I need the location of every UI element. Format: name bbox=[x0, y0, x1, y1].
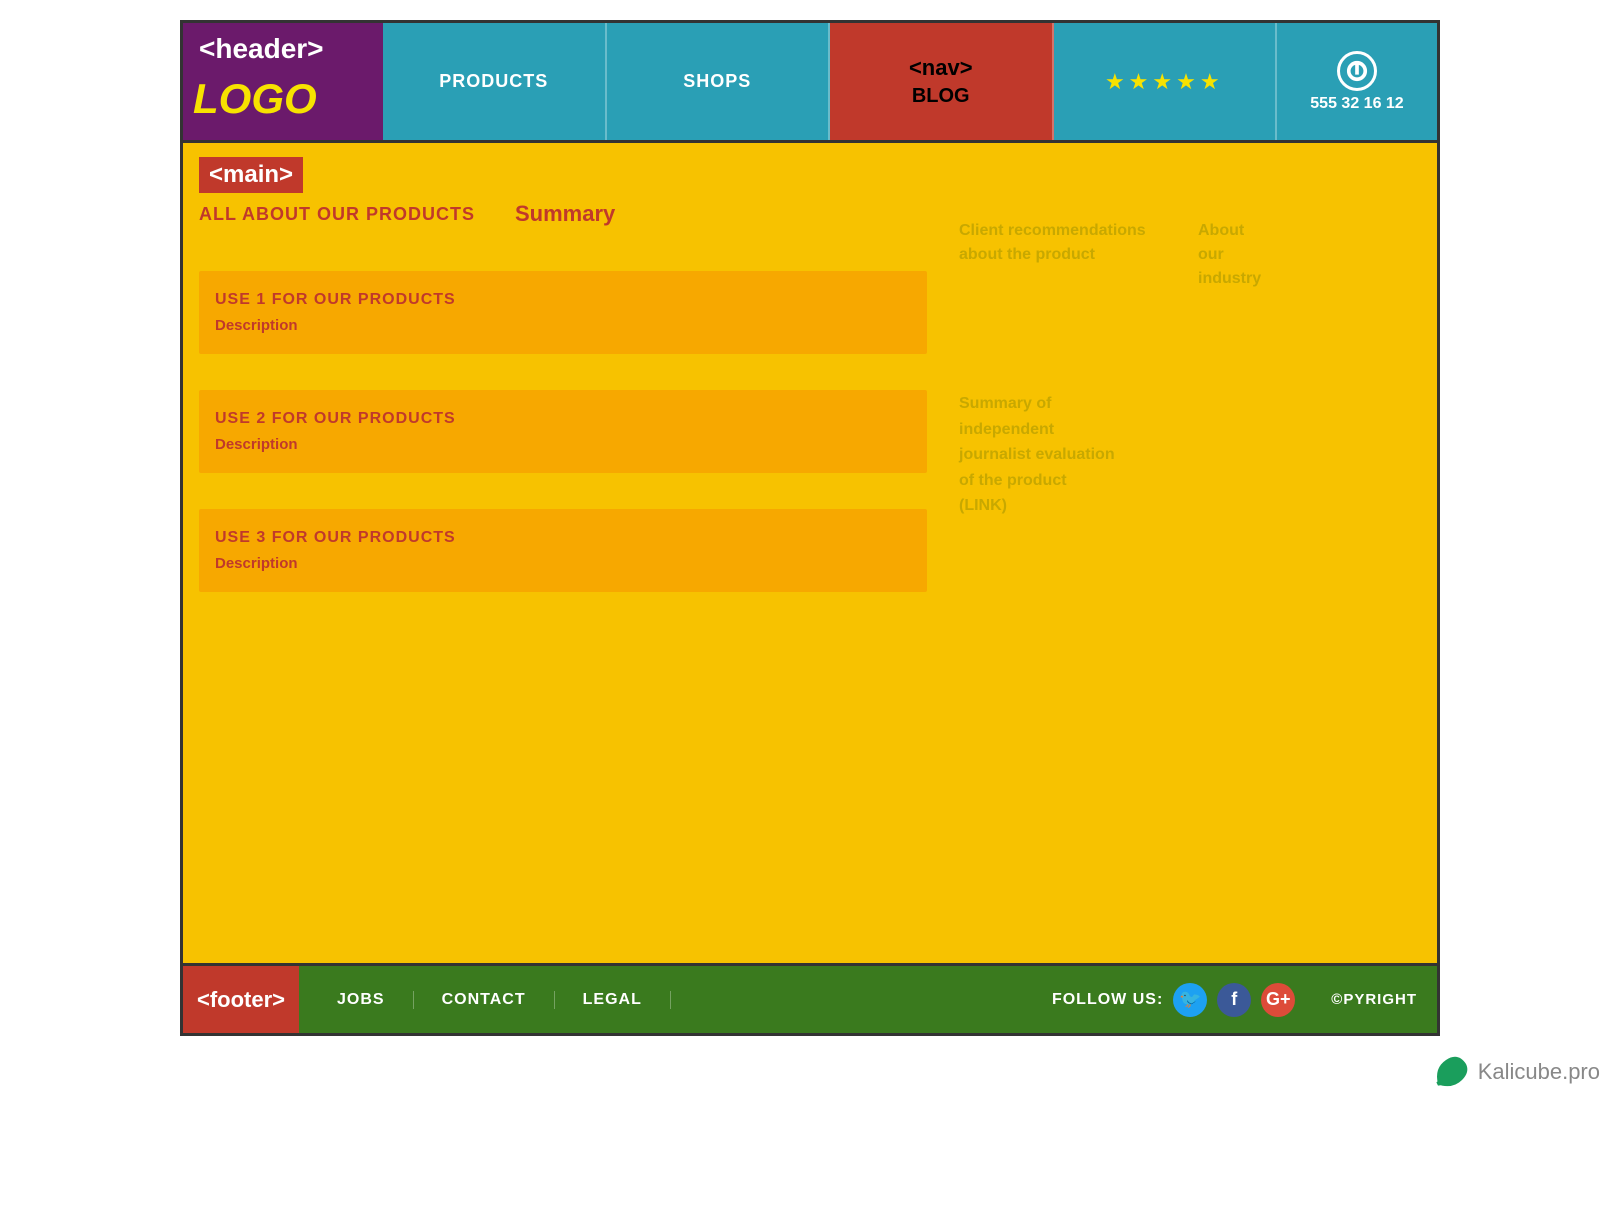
content-block-3: USE 3 FOR OUR PRODUCTS Description bbox=[199, 509, 927, 592]
twitter-icon[interactable]: 🐦 bbox=[1173, 983, 1207, 1017]
nav-area: PRODUCTS SHOPS <nav> BLOG ★★★★★ bbox=[383, 23, 1437, 140]
footer-nav-jobs[interactable]: JOBS bbox=[309, 991, 414, 1009]
content-block-2: USE 2 FOR OUR PRODUCTS Description bbox=[199, 390, 927, 473]
content-block-1-title: USE 1 FOR OUR PRODUCTS bbox=[215, 291, 911, 309]
main-section-subtitle: Summary bbox=[515, 201, 615, 227]
nav-item-blog[interactable]: <nav> BLOG bbox=[830, 23, 1054, 140]
content-block-3-desc: Description bbox=[215, 555, 911, 572]
footer-follow: FOLLOW US: 🐦 f G+ bbox=[1036, 983, 1311, 1017]
phone-icon bbox=[1337, 51, 1377, 91]
footer-nav: JOBS CONTACT LEGAL bbox=[309, 991, 671, 1009]
nav-stars[interactable]: ★★★★★ bbox=[1054, 23, 1278, 140]
watermark: Kalicube.pro bbox=[1430, 1052, 1600, 1092]
right-journalist-summary: Summary of independent journalist evalua… bbox=[959, 391, 1421, 519]
content-block-3-title: USE 3 FOR OUR PRODUCTS bbox=[215, 529, 911, 547]
header-tag: <header> bbox=[183, 23, 383, 75]
footer-tag: <footer> bbox=[183, 966, 299, 1033]
content-block-2-desc: Description bbox=[215, 436, 911, 453]
main-tag: <main> bbox=[199, 157, 303, 193]
phone-number: 555 32 16 12 bbox=[1310, 95, 1403, 113]
right-bottom: Summary of independent journalist evalua… bbox=[959, 391, 1421, 519]
copyright: ©PYRIGHT bbox=[1311, 991, 1437, 1008]
watermark-brand: Kalicube.pro bbox=[1478, 1059, 1600, 1085]
main-section-title: ALL ABOUT OUR PRODUCTS bbox=[199, 204, 475, 225]
kalicube-logo-icon bbox=[1430, 1052, 1470, 1092]
right-top: Client recommendations about the product… bbox=[959, 219, 1421, 291]
content-block-1-desc: Description bbox=[215, 317, 911, 334]
stars: ★★★★★ bbox=[1105, 69, 1224, 95]
nav-item-shops[interactable]: SHOPS bbox=[607, 23, 831, 140]
content-block-2-title: USE 2 FOR OUR PRODUCTS bbox=[215, 410, 911, 428]
follow-us-label: FOLLOW US: bbox=[1052, 991, 1163, 1009]
right-client-recs: Client recommendations about the product bbox=[959, 219, 1182, 291]
main-section: <main> ALL ABOUT OUR PRODUCTS Summary US… bbox=[183, 143, 1437, 963]
googleplus-icon[interactable]: G+ bbox=[1261, 983, 1295, 1017]
header: <header> LOGO PRODUCTS SHOPS <nav> BLOG … bbox=[183, 23, 1437, 143]
nav-blog-label: BLOG bbox=[912, 85, 970, 108]
right-about-industry: About our industry bbox=[1198, 219, 1421, 291]
main-right: Client recommendations about the product… bbox=[943, 143, 1437, 963]
logo[interactable]: LOGO bbox=[193, 75, 317, 123]
footer-nav-legal[interactable]: LEGAL bbox=[555, 991, 671, 1009]
nav-phone[interactable]: 555 32 16 12 bbox=[1277, 23, 1437, 140]
footer: <footer> JOBS CONTACT LEGAL FOLLOW US: 🐦… bbox=[183, 963, 1437, 1033]
main-left: <main> ALL ABOUT OUR PRODUCTS Summary US… bbox=[183, 143, 943, 963]
footer-nav-contact[interactable]: CONTACT bbox=[414, 991, 555, 1009]
facebook-icon[interactable]: f bbox=[1217, 983, 1251, 1017]
nav-item-products[interactable]: PRODUCTS bbox=[383, 23, 607, 140]
content-block-1: USE 1 FOR OUR PRODUCTS Description bbox=[199, 271, 927, 354]
nav-tag: <nav> bbox=[909, 55, 973, 81]
